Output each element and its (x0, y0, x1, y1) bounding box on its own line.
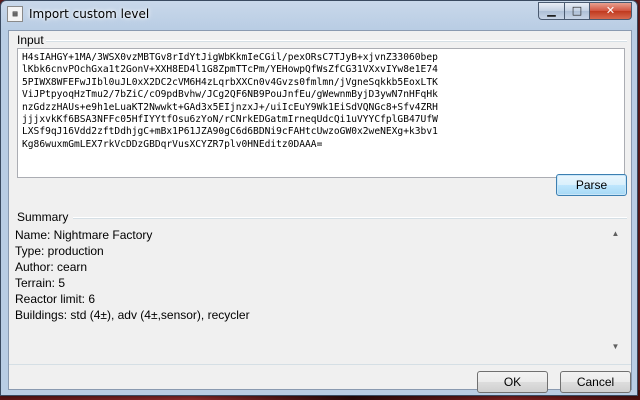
scroll-up-arrow-icon[interactable]: ▲ (607, 225, 624, 242)
close-icon: ✕ (605, 4, 616, 17)
import-dialog: ▦ Import custom level ▁ □ ✕ Input H4sIAH… (0, 0, 638, 396)
cancel-button[interactable]: Cancel (560, 371, 631, 393)
summary-scrollbar[interactable]: ▲ ▼ (607, 225, 624, 355)
parse-button[interactable]: Parse (556, 174, 627, 196)
footer-divider (9, 364, 631, 365)
input-text-value: H4sIAHGY+1MA/3WSX0vzMBTGv8rIdYtJigWbKkmI… (22, 52, 438, 150)
summary-list: Name: Nightmare Factory Type: production… (15, 227, 250, 323)
maximize-button[interactable]: □ (564, 2, 589, 20)
input-textarea[interactable]: H4sIAHGY+1MA/3WSX0vzMBTGv8rIdYtJigWbKkmI… (17, 48, 625, 178)
summary-line-author: Author: cearn (15, 260, 88, 274)
summary-line-terrain: Terrain: 5 (15, 276, 66, 290)
window-title: Import custom level (29, 7, 150, 21)
scroll-down-arrow-icon[interactable]: ▼ (607, 338, 624, 355)
title-bar[interactable]: ▦ Import custom level ▁ □ ✕ (1, 1, 637, 29)
app-icon: ▦ (7, 6, 23, 22)
ok-button[interactable]: OK (477, 371, 548, 393)
input-group-label: Input (15, 33, 46, 47)
summary-line-reactor-limit: Reactor limit: 6 (15, 292, 96, 306)
summary-line-name: Name: Nightmare Factory (15, 228, 153, 242)
summary-line-buildings: Buildings: std (4±), adv (4±,sensor), re… (15, 308, 250, 322)
maximize-icon: □ (571, 4, 583, 17)
summary-group-line (73, 217, 627, 219)
minimize-button[interactable]: ▁ (538, 2, 564, 20)
summary-line-type: Type: production (15, 244, 104, 258)
summary-group-label: Summary (15, 210, 71, 224)
minimize-icon: ▁ (547, 4, 556, 17)
caption-buttons: ▁ □ ✕ (538, 2, 632, 20)
dialog-client-area: Input H4sIAHGY+1MA/3WSX0vzMBTGv8rIdYtJig… (8, 30, 632, 393)
input-group-line (43, 40, 627, 42)
close-button[interactable]: ✕ (589, 2, 632, 20)
summary-text-area[interactable]: Name: Nightmare Factory Type: production… (11, 225, 627, 355)
